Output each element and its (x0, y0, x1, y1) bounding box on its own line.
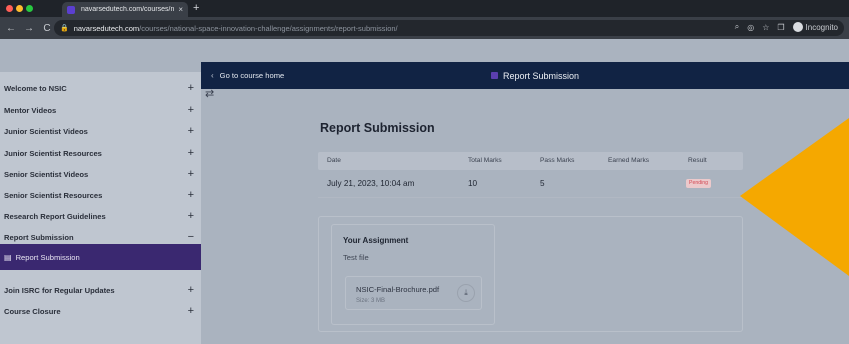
document-icon: ▤ (4, 252, 12, 262)
sidebar-item-join-isrc[interactable]: Join ISRC for Regular Updates + (0, 280, 201, 300)
page-title: Report Submission (320, 121, 435, 135)
site-favicon-icon (67, 5, 75, 14)
zoom-icon[interactable]: ⌕ (735, 22, 739, 32)
go-to-course-home-link[interactable]: ‹ Go to course home (211, 71, 284, 80)
header-title: Report Submission (503, 70, 580, 81)
close-window-button[interactable] (6, 5, 13, 12)
column-header-pass-marks: Pass Marks (540, 157, 575, 164)
status-badge: Pending (686, 179, 712, 188)
assignment-title: Your Assignment (343, 236, 409, 245)
address-bar-actions: ⌕ ◎ ☆ ❐ Incognito (735, 22, 838, 32)
incognito-icon (792, 22, 803, 32)
sidebar-item-label: Senior Scientist Videos (4, 169, 89, 179)
column-header-date: Date (327, 157, 341, 164)
expand-plus-icon[interactable]: + (188, 82, 194, 94)
submission-table: Date Total Marks Pass Marks Earned Marks… (318, 152, 743, 198)
expand-plus-icon[interactable]: + (188, 147, 194, 159)
incognito-badge[interactable]: Incognito (792, 22, 838, 32)
column-header-result: Result (688, 157, 707, 164)
browser-tab-bar: navarsedutech.com/courses/n × + (0, 0, 849, 17)
toggle-sidebar-icon[interactable]: ⇄ (205, 87, 214, 100)
cell-pass-marks: 5 (540, 179, 545, 188)
expand-plus-icon[interactable]: + (188, 168, 194, 180)
arrow-shape (740, 118, 849, 276)
sidebar-item-label: Course Closure (4, 306, 61, 316)
sidebar-item-label: Senior Scientist Resources (4, 190, 103, 200)
course-header-bar: ‹ Go to course home Report Submission (201, 62, 849, 89)
expand-plus-icon[interactable]: + (188, 104, 194, 116)
eye-off-icon[interactable]: ◎ (747, 23, 754, 32)
browser-tab[interactable]: navarsedutech.com/courses/n × (62, 2, 188, 17)
column-header-total-marks: Total Marks (468, 157, 502, 164)
minimize-window-button[interactable] (16, 5, 23, 12)
sidebar-item-label: Report Submission (4, 232, 74, 242)
new-tab-button[interactable]: + (193, 2, 199, 15)
sidebar-item-junior-scientist-videos[interactable]: Junior Scientist Videos + (0, 121, 201, 141)
sidebar-item-label: Junior Scientist Resources (4, 148, 102, 158)
column-header-earned-marks: Earned Marks (608, 157, 650, 164)
sidebar-item-label: Welcome to NSIC (4, 83, 67, 93)
file-name: NSIC-Final-Brochure.pdf (356, 285, 440, 294)
download-button[interactable]: ⤓ (457, 284, 475, 302)
file-size: Size: 3 MB (356, 298, 386, 304)
expand-plus-icon[interactable]: + (188, 305, 194, 317)
go-to-course-home-label: Go to course home (219, 71, 285, 80)
assignment-description: Test file (343, 253, 369, 262)
bookmark-star-icon[interactable]: ☆ (762, 23, 769, 32)
browser-toolbar: ← → C 🔒 navarsedutech.com /courses/natio… (0, 17, 849, 39)
sidebar-subitem-label: Report Submission (15, 252, 80, 262)
lock-icon[interactable]: 🔒 (60, 24, 69, 32)
expand-plus-icon[interactable]: + (188, 189, 194, 201)
sidebar-item-research-report-guidelines[interactable]: Research Report Guidelines + (0, 206, 201, 226)
sidebar-item-junior-scientist-resources[interactable]: Junior Scientist Resources + (0, 143, 201, 163)
sidebar-item-welcome[interactable]: Welcome to NSIC + (0, 78, 201, 98)
expand-plus-icon[interactable]: + (188, 210, 194, 222)
download-icon: ⤓ (464, 288, 468, 297)
maximize-window-button[interactable] (26, 5, 33, 12)
tab-close-icon[interactable]: × (178, 5, 183, 14)
sidebar-item-label: Research Report Guidelines (4, 211, 106, 221)
annotation-arrow (740, 118, 849, 276)
course-sidebar: Welcome to NSIC + Mentor Videos + Junior… (0, 72, 201, 344)
back-arrow-icon[interactable]: ← (4, 23, 18, 34)
sidebar-item-course-closure[interactable]: Course Closure + (0, 301, 201, 321)
reload-icon[interactable]: C (40, 23, 54, 34)
tab-title: navarsedutech.com/courses/n (81, 6, 175, 13)
split-view-icon[interactable]: ❐ (777, 23, 784, 32)
sidebar-item-label: Junior Scientist Videos (4, 126, 88, 136)
assignment-icon (491, 72, 498, 79)
sidebar-item-label: Join ISRC for Regular Updates (4, 285, 115, 295)
url-path: /courses/national-space-innovation-chall… (139, 23, 398, 33)
header-title-group: Report Submission (491, 62, 579, 89)
sidebar-item-label: Mentor Videos (4, 105, 57, 115)
collapse-minus-icon[interactable]: − (188, 231, 194, 243)
cell-date: July 21, 2023, 10:04 am (327, 179, 415, 188)
forward-arrow-icon[interactable]: → (22, 23, 36, 34)
url-host: navarsedutech.com (73, 23, 140, 33)
incognito-label: Incognito (805, 22, 838, 32)
expand-plus-icon[interactable]: + (188, 125, 194, 137)
sidebar-item-senior-scientist-resources[interactable]: Senior Scientist Resources + (0, 185, 201, 205)
table-row: July 21, 2023, 10:04 am 10 5 Pending (318, 170, 743, 198)
cell-total-marks: 10 (468, 179, 478, 188)
expand-plus-icon[interactable]: + (188, 284, 194, 296)
table-header-row: Date Total Marks Pass Marks Earned Marks… (318, 152, 743, 170)
sidebar-item-senior-scientist-videos[interactable]: Senior Scientist Videos + (0, 164, 201, 184)
back-chevron-icon: ‹ (211, 71, 214, 80)
sidebar-item-mentor-videos[interactable]: Mentor Videos + (0, 100, 201, 120)
address-bar[interactable]: 🔒 navarsedutech.com /courses/national-sp… (54, 20, 844, 36)
sidebar-subitem-report-submission[interactable]: ▤ Report Submission (0, 244, 201, 270)
